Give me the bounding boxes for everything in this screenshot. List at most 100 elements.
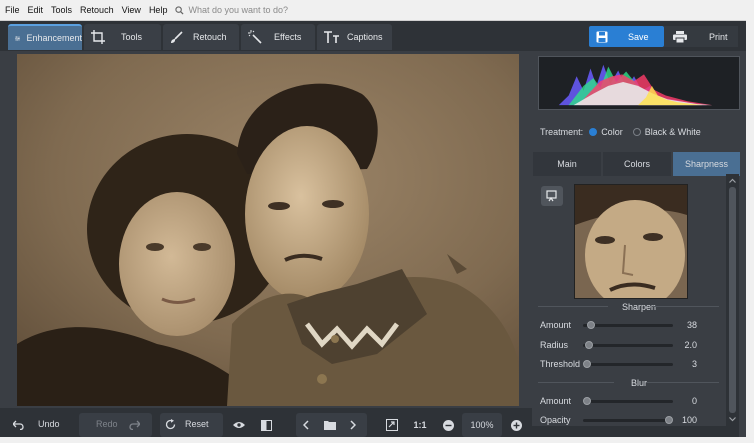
floppy-disk-icon (596, 31, 608, 42)
redo-button[interactable]: Redo (79, 413, 152, 437)
next-image-button[interactable] (343, 413, 363, 437)
magic-wand-icon (248, 30, 262, 44)
sharpen-threshold-label: Threshold (540, 359, 581, 369)
tab-sharpness[interactable]: Sharpness (673, 152, 740, 176)
tab-label: Captions (347, 32, 383, 42)
tab-captions[interactable]: Captions (317, 24, 392, 50)
before-after-button[interactable] (541, 186, 563, 206)
chevron-left-icon (303, 420, 309, 430)
text-icon (324, 31, 339, 43)
redo-label: Redo (96, 419, 118, 429)
redo-icon (129, 420, 140, 430)
slider-knob[interactable] (583, 360, 591, 368)
panel-horizontal-scrollbar[interactable] (532, 426, 739, 437)
vintage-portrait-photo[interactable] (17, 54, 519, 406)
tab-colors[interactable]: Colors (603, 152, 671, 176)
print-button[interactable]: Print (664, 26, 738, 47)
treatment-color-label[interactable]: Color (601, 127, 623, 137)
save-button[interactable]: Save (589, 26, 664, 47)
fit-to-screen-button[interactable] (382, 413, 402, 437)
slider-knob[interactable] (665, 416, 673, 424)
menu-retouch[interactable]: Retouch (76, 5, 118, 15)
actual-size-button[interactable]: 1:1 (410, 413, 430, 437)
folder-icon (324, 421, 336, 430)
printer-icon (673, 30, 687, 43)
tab-main[interactable]: Main (533, 152, 601, 176)
scroll-down-icon (729, 417, 736, 422)
blur-amount-slider[interactable] (583, 397, 673, 405)
save-label: Save (628, 31, 649, 42)
divider (538, 382, 614, 383)
zoom-in-button[interactable] (506, 413, 526, 437)
tab-enhancement[interactable]: Enhancement (8, 24, 82, 50)
sharpen-amount-value: 38 (686, 320, 697, 330)
treatment-selector: Treatment: Color Black & White (540, 123, 701, 141)
blur-opacity-slider[interactable] (583, 416, 673, 424)
sharpen-radius-value: 2.0 (684, 340, 697, 350)
split-view-icon (260, 419, 272, 431)
reset-icon (165, 419, 176, 430)
undo-button[interactable]: Undo (6, 413, 76, 437)
zoom-out-button[interactable] (438, 413, 458, 437)
zoom-level[interactable]: 100% (462, 413, 502, 437)
reset-button[interactable]: Reset (160, 413, 223, 437)
tab-label: Enhancement (26, 33, 82, 43)
scroll-thumb[interactable] (729, 187, 736, 413)
blur-amount-value: 0 (691, 396, 697, 406)
tab-retouch[interactable]: Retouch (163, 24, 239, 50)
sharpen-threshold-value: 3 (691, 359, 697, 369)
treatment-bw-radio[interactable] (632, 128, 641, 136)
sharpen-amount-label: Amount (540, 320, 572, 330)
undo-label: Undo (38, 419, 60, 429)
tab-tools[interactable]: Tools (84, 24, 161, 50)
treatment-label: Treatment: (540, 127, 584, 137)
chevron-right-icon (350, 420, 356, 430)
zoom-in-icon (510, 419, 522, 431)
compare-icon (546, 190, 557, 202)
blur-amount-label: Amount (540, 396, 572, 406)
blur-opacity-value: 100 (681, 415, 697, 425)
tab-label: Effects (274, 32, 302, 42)
search-box[interactable]: What do you want to do? (175, 5, 288, 15)
menu-view[interactable]: View (118, 5, 145, 15)
menu-edit[interactable]: Edit (24, 5, 48, 15)
slider-knob[interactable] (584, 341, 593, 349)
print-label: Print (709, 31, 728, 42)
image-navigator (296, 413, 367, 437)
sharpen-radius-label: Radius (540, 340, 569, 350)
sharpness-preview (574, 184, 688, 299)
menu-help[interactable]: Help (145, 5, 172, 15)
divider (538, 306, 608, 307)
window-frame-right (746, 0, 754, 443)
compare-split-button[interactable] (256, 413, 276, 437)
search-icon (175, 5, 184, 15)
tab-effects[interactable]: Effects (241, 24, 315, 50)
divider (652, 306, 719, 307)
prev-image-button[interactable] (296, 413, 316, 437)
main-toolbar: Enhancement Tools Retouch Effects Captio… (0, 21, 754, 51)
sharpen-heading: Sharpen (621, 302, 657, 312)
crop-icon (91, 30, 105, 44)
scroll-up-icon (729, 178, 736, 183)
sharpen-amount-slider[interactable] (583, 321, 673, 329)
menu-tools[interactable]: Tools (47, 5, 76, 15)
sharpen-radius-slider[interactable] (583, 341, 673, 349)
tab-label: Retouch (193, 32, 227, 42)
treatment-bw-label[interactable]: Black & White (645, 127, 701, 137)
open-folder-button[interactable] (320, 413, 340, 437)
panel-vertical-scrollbar[interactable] (726, 174, 739, 426)
window-frame-bottom (0, 437, 754, 443)
menu-bar: File Edit Tools Retouch View Help What d… (0, 0, 754, 21)
blur-heading: Blur (630, 378, 647, 388)
sharpen-threshold-slider[interactable] (583, 360, 673, 368)
histogram (538, 56, 740, 110)
eye-icon (233, 422, 245, 428)
sliders-icon (15, 35, 21, 41)
menu-file[interactable]: File (0, 5, 24, 15)
slider-knob[interactable] (583, 397, 591, 405)
preview-eye-button[interactable] (229, 413, 249, 437)
search-placeholder: What do you want to do? (188, 5, 289, 15)
undo-icon (13, 420, 24, 430)
treatment-color-radio[interactable] (589, 128, 598, 136)
reset-label: Reset (185, 419, 209, 429)
